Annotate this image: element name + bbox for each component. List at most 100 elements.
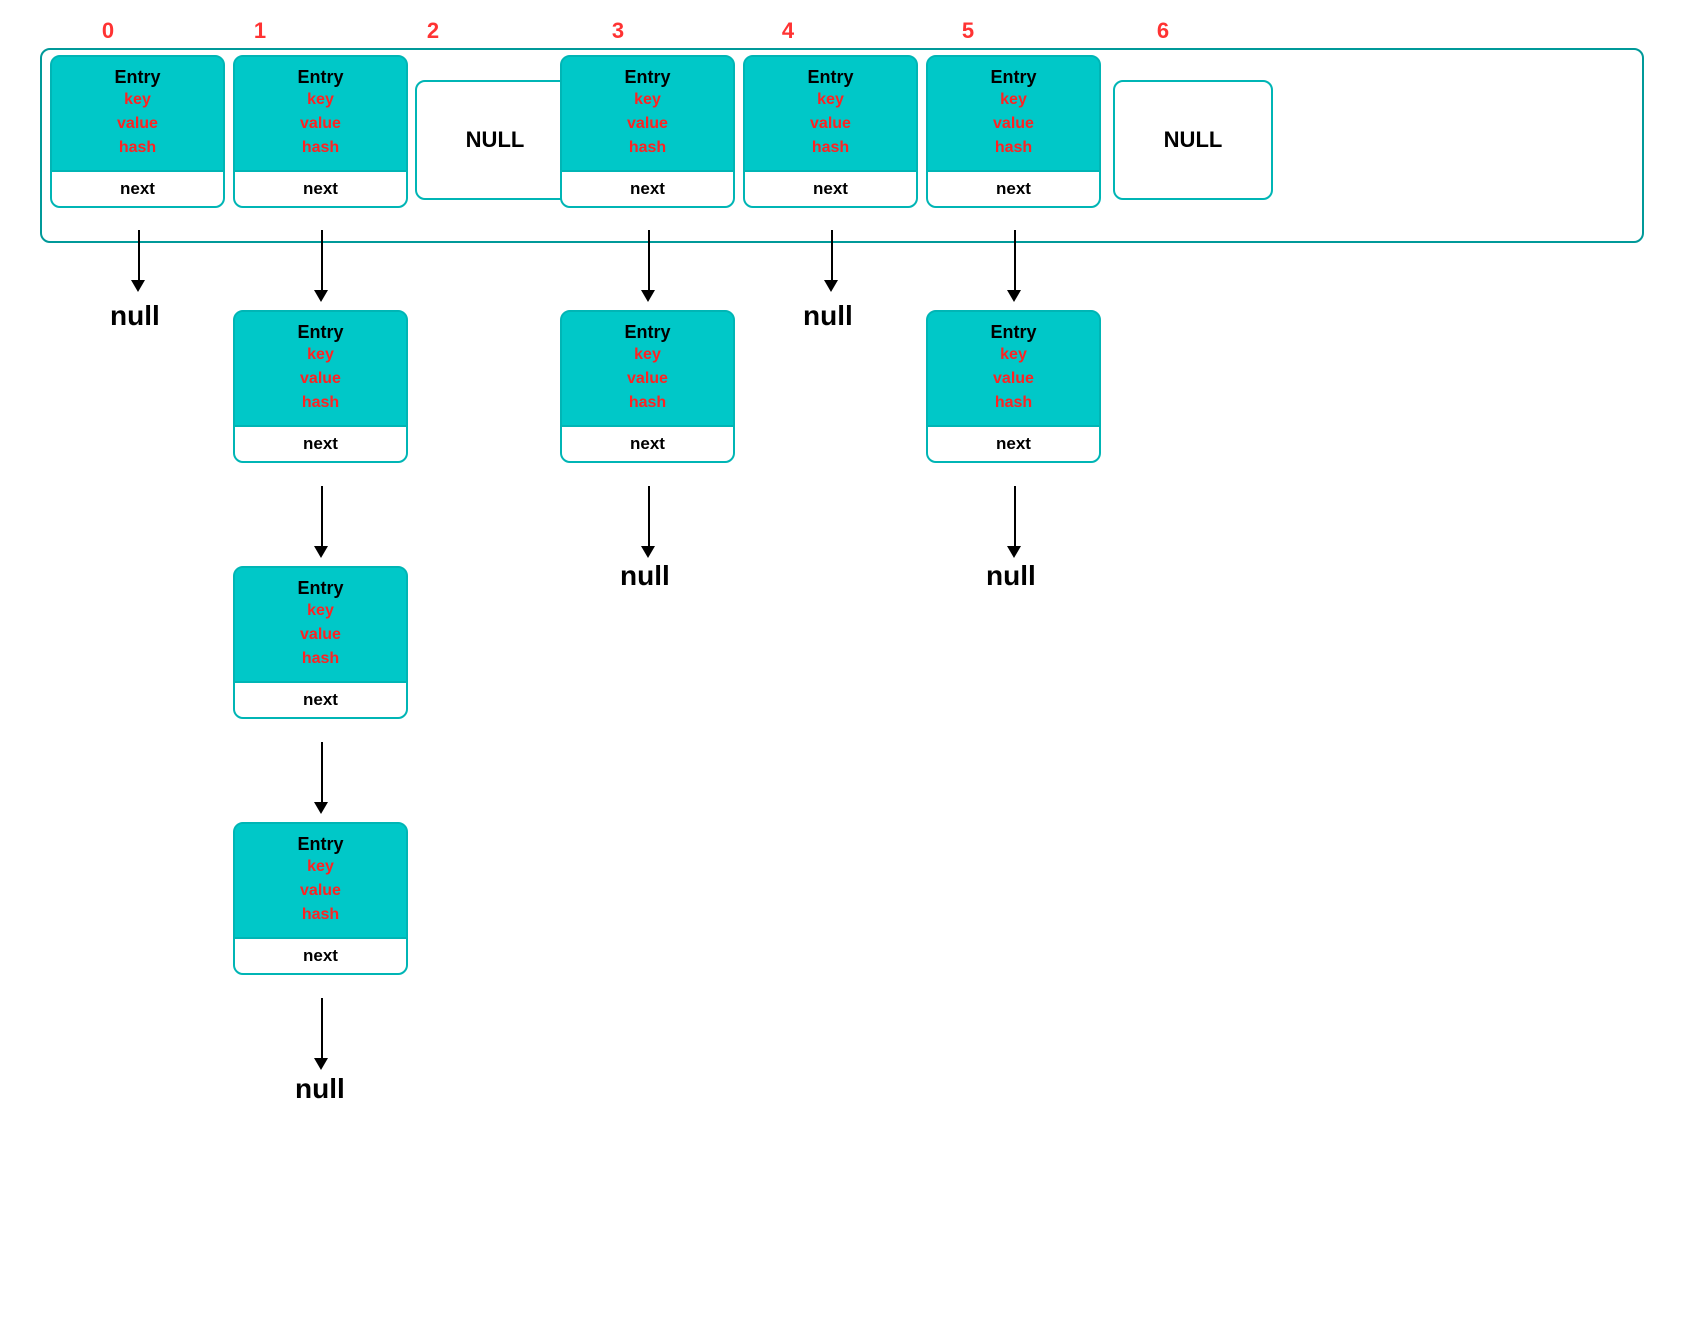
entry-next-1-4: next <box>235 937 406 973</box>
entry-label-1-3: Entry <box>240 578 401 599</box>
index-4: 4 <box>768 18 808 44</box>
entry-field-value-0: value <box>57 112 218 136</box>
arrow-1-head <box>314 290 328 302</box>
entry-label-4: Entry <box>750 67 911 88</box>
index-5: 5 <box>948 18 988 44</box>
entry-field-value-4: value <box>750 112 911 136</box>
entry-field-key-5: key <box>933 88 1094 112</box>
entry-box-1-2: Entry key value hash next <box>233 310 408 463</box>
entry-field-hash-1-3: hash <box>240 647 401 671</box>
entry-field-value-1-2: value <box>240 367 401 391</box>
entry-box-3-2: Entry key value hash next <box>560 310 735 463</box>
null-label-2: NULL <box>466 127 525 153</box>
entry-field-key-4: key <box>750 88 911 112</box>
entry-field-value-5-2: value <box>933 367 1094 391</box>
entry-label-1-2: Entry <box>240 322 401 343</box>
entry-field-value-3-2: value <box>567 367 728 391</box>
entry-next-4: next <box>745 170 916 206</box>
entry-box-5: Entry key value hash next <box>926 55 1101 208</box>
entry-top-3: Entry key value hash <box>562 57 733 170</box>
arrow-3-2-head <box>641 546 655 558</box>
entry-box-1-3: Entry key value hash next <box>233 566 408 719</box>
arrow-4-head <box>824 280 838 292</box>
entry-label-1-4: Entry <box>240 834 401 855</box>
entry-field-hash-5-2: hash <box>933 391 1094 415</box>
entry-field-hash-3-2: hash <box>567 391 728 415</box>
entry-label-0: Entry <box>57 67 218 88</box>
arrow-3-head <box>641 290 655 302</box>
entry-field-hash-3: hash <box>567 136 728 160</box>
entry-field-key-1-3: key <box>240 599 401 623</box>
entry-top-1-4: Entry key value hash <box>235 824 406 937</box>
entry-label-3: Entry <box>567 67 728 88</box>
entry-label-5-2: Entry <box>933 322 1094 343</box>
arrow-3-2-line <box>648 486 650 551</box>
index-6: 6 <box>1143 18 1183 44</box>
entry-box-1-4: Entry key value hash next <box>233 822 408 975</box>
entry-field-key-0: key <box>57 88 218 112</box>
arrow-1-3-head <box>314 802 328 814</box>
null-box-2: NULL <box>415 80 575 200</box>
arrow-1-2-head <box>314 546 328 558</box>
entry-field-hash-1-4: hash <box>240 903 401 927</box>
entry-field-key-1-4: key <box>240 855 401 879</box>
entry-field-value-3: value <box>567 112 728 136</box>
arrow-5-2-line <box>1014 486 1016 551</box>
entry-field-key-5-2: key <box>933 343 1094 367</box>
arrow-4-line <box>831 230 833 285</box>
arrow-5-2-head <box>1007 546 1021 558</box>
null-text-0: null <box>110 300 160 332</box>
diagram: 0 1 2 3 4 5 6 Entry key value hash next … <box>0 0 1684 1318</box>
entry-box-0: Entry key value hash next <box>50 55 225 208</box>
entry-next-0: next <box>52 170 223 206</box>
index-2: 2 <box>413 18 453 44</box>
entry-next-3-2: next <box>562 425 733 461</box>
entry-field-hash-5: hash <box>933 136 1094 160</box>
entry-next-1-3: next <box>235 681 406 717</box>
entry-next-5: next <box>928 170 1099 206</box>
arrow-1-2-line <box>321 486 323 551</box>
entry-next-3: next <box>562 170 733 206</box>
entry-label-3-2: Entry <box>567 322 728 343</box>
entry-top-4: Entry key value hash <box>745 57 916 170</box>
entry-field-value-1: value <box>240 112 401 136</box>
entry-label-1: Entry <box>240 67 401 88</box>
arrow-1-3-line <box>321 742 323 807</box>
index-0: 0 <box>88 18 128 44</box>
index-1: 1 <box>240 18 280 44</box>
entry-field-hash-0: hash <box>57 136 218 160</box>
entry-field-value-1-4: value <box>240 879 401 903</box>
entry-next-1-2: next <box>235 425 406 461</box>
arrow-1-4-line <box>321 998 323 1063</box>
entry-box-1: Entry key value hash next <box>233 55 408 208</box>
null-label-6: NULL <box>1164 127 1223 153</box>
entry-box-5-2: Entry key value hash next <box>926 310 1101 463</box>
entry-field-key-1-2: key <box>240 343 401 367</box>
entry-top-0: Entry key value hash <box>52 57 223 170</box>
entry-next-5-2: next <box>928 425 1099 461</box>
entry-field-key-1: key <box>240 88 401 112</box>
entry-top-1: Entry key value hash <box>235 57 406 170</box>
entry-field-hash-1-2: hash <box>240 391 401 415</box>
entry-field-hash-4: hash <box>750 136 911 160</box>
arrow-0-line <box>138 230 140 285</box>
index-3: 3 <box>598 18 638 44</box>
entry-top-1-3: Entry key value hash <box>235 568 406 681</box>
entry-field-hash-1: hash <box>240 136 401 160</box>
entry-top-3-2: Entry key value hash <box>562 312 733 425</box>
entry-field-key-3: key <box>567 88 728 112</box>
arrow-5-line <box>1014 230 1016 295</box>
null-box-6: NULL <box>1113 80 1273 200</box>
entry-box-4: Entry key value hash next <box>743 55 918 208</box>
entry-box-3: Entry key value hash next <box>560 55 735 208</box>
arrow-0-head <box>131 280 145 292</box>
entry-top-1-2: Entry key value hash <box>235 312 406 425</box>
entry-field-value-5: value <box>933 112 1094 136</box>
entry-top-5-2: Entry key value hash <box>928 312 1099 425</box>
entry-field-key-3-2: key <box>567 343 728 367</box>
null-text-1: null <box>295 1073 345 1105</box>
entry-field-value-1-3: value <box>240 623 401 647</box>
null-text-5: null <box>986 560 1036 592</box>
entry-top-5: Entry key value hash <box>928 57 1099 170</box>
null-text-3: null <box>620 560 670 592</box>
